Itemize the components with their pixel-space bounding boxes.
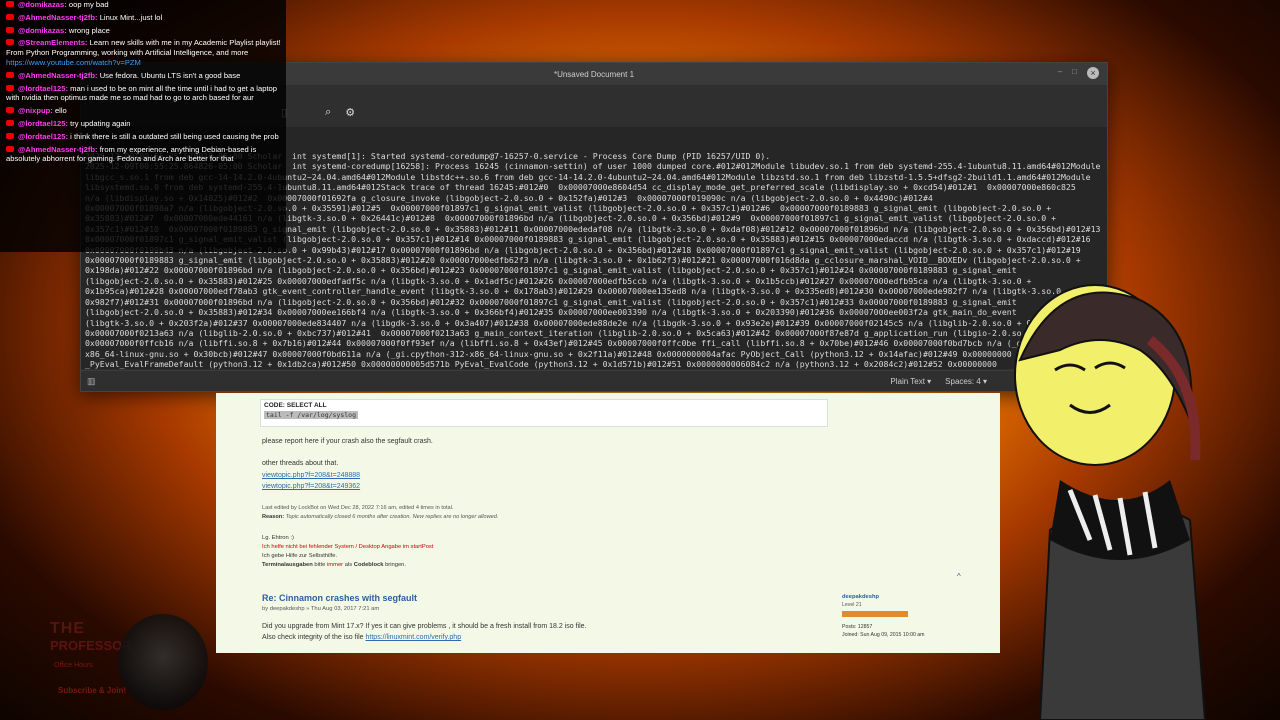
chat-message: @nixpup: ello (0, 106, 286, 116)
post-body: Did you upgrade from Mint 17.x? If yes i… (262, 623, 587, 630)
editor-line: (libgobject-2.0.so.0 + 0x35883)#012#25 0… (85, 275, 1032, 286)
chat-message: @lordtael125: try updating again (0, 119, 286, 129)
editor-line: (libgtk-3.so.0 + 0x203f2a)#012#37 0x0000… (85, 317, 1101, 328)
youtube-icon (6, 1, 14, 7)
youtube-icon (6, 71, 14, 78)
code-box: CODE: SELECT ALL tail -f /var/log/syslog (260, 399, 828, 427)
chat-message: @domikazas: wrong place (0, 26, 286, 36)
chat-username: @StreamElements: (18, 38, 88, 48)
post-title[interactable]: Re: Cinnamon crashes with segfault (262, 593, 417, 603)
chat-message: @domikazas: oop my bad (0, 0, 286, 10)
chat-username: @nixpup: (18, 106, 53, 116)
report-text: please report here if your crash also th… (262, 438, 433, 445)
verify-link[interactable]: https://linuxmint.com/verify.php (366, 634, 462, 641)
chat-message: @AhmedNasser-tj2fb: Use fedora. Ubuntu L… (0, 71, 286, 81)
editor-line: 0x00007000f0213a63 n/a (libglib-2.0.so.0… (85, 327, 1101, 338)
chat-message: @lordtael125: man i used to be on mint a… (0, 84, 286, 104)
chat-username: @AhmedNasser-tj2fb: (18, 12, 98, 22)
language-selector[interactable]: Plain Text ▾ (890, 377, 931, 386)
editor-line: 0x1b95ca)#012#28 0x00007000edf78ab3 gtk_… (85, 286, 1071, 297)
signature-line-1: Lg. Ehtron :) (262, 535, 294, 541)
editor-line: 0x00007000f0ffcb16 n/a (libffi.so.8 + 0x… (85, 338, 1091, 349)
rank-bar (842, 611, 908, 617)
chat-username: @domikazas: (18, 0, 67, 9)
chat-message: @AhmedNasser-tj2fb: from my experience, … (0, 145, 286, 165)
signature-line-2: Ich helfe nicht bei fehlender System / D… (262, 544, 434, 550)
edited-note: Last edited by LockBot on Wed Dec 28, 20… (262, 505, 454, 511)
chat-text: Linux Mint...just lol (99, 12, 163, 22)
post-body-2: Also check integrity of the iso file htt… (262, 634, 462, 641)
maximize-icon[interactable]: □ (1072, 67, 1077, 79)
sidebar-toggle-icon[interactable]: ▥ (87, 376, 96, 387)
chat-text: wrong place (68, 25, 110, 35)
signature-line-3: Ich gebe Hilfe zur Selbsthilfe. (262, 553, 338, 559)
window-title: *Unsaved Document 1 (553, 69, 635, 79)
chat-message: @StreamElements: Learn new skills with m… (0, 38, 286, 67)
chat-username: @lordtael125: (18, 83, 69, 93)
editor-line: 0x00007000f0189883 g_signal_emit (libgob… (85, 255, 1081, 266)
chat-message: @AhmedNasser-tj2fb: Linux Mint...just lo… (0, 13, 286, 23)
forum-page: CODE: SELECT ALL tail -f /var/log/syslog… (216, 393, 1000, 653)
logo-face-icon (118, 614, 208, 710)
editor-line: _PyEval_EvalFrameDefault (python3.12 + 0… (85, 359, 997, 369)
chat-text: oop my bad (68, 0, 109, 9)
chat-username: @AhmedNasser-tj2fb: (18, 70, 98, 80)
editor-line: x86_64-linux-gnu.so + 0x30bcb)#012#47 0x… (85, 348, 1012, 359)
tools-icon[interactable]: ⚙ (345, 106, 355, 119)
chat-username: @AhmedNasser-tj2fb: (18, 144, 98, 154)
status-bar: ▥ Plain Text ▾ Spaces: 4 ▾ (81, 370, 1107, 391)
chat-text: i think there is still a outdated still … (70, 131, 279, 141)
spaces-selector[interactable]: Spaces: 4 ▾ (945, 377, 987, 386)
youtube-icon (6, 119, 14, 126)
youtube-icon (6, 145, 14, 152)
chat-username: @lordtael125: (18, 131, 69, 141)
close-icon[interactable]: × (1087, 67, 1099, 79)
signature-line-4: Terminalausgaben bitte immer als Codeblo… (262, 562, 407, 568)
youtube-icon (6, 26, 14, 33)
youtube-icon (6, 84, 14, 91)
chat-link[interactable]: https://www.youtube.com/watch?v=PZM (6, 58, 141, 67)
author-joined: Joined: Sun Aug 09, 2015 10:00 am (842, 632, 925, 638)
reason-note: Reason: Topic automatically closed 6 mon… (262, 514, 499, 520)
search-icon[interactable]: ⌕ (325, 106, 331, 119)
vtuber-avatar (1014, 284, 1207, 720)
chat-text: ello (54, 106, 67, 116)
youtube-icon (6, 107, 14, 114)
minimize-icon[interactable]: – (1058, 67, 1062, 79)
chat-text: try updating again (70, 118, 131, 128)
editor-line: (libgobject-2.0.so.0 + 0x35883)#012#34 0… (85, 307, 1017, 318)
author-posts: Posts: 12857 (842, 624, 873, 630)
editor-line: 0x982f7)#012#31 0x00007000f01896bd n/a (… (85, 296, 1017, 307)
top-icon[interactable]: ^ (957, 572, 961, 581)
other-threads-text: other threads about that. (262, 460, 339, 467)
author-name[interactable]: deepakdeshp (842, 594, 879, 600)
chat-username: @lordtael125: (18, 118, 69, 128)
chat-message: @lordtael125: i think there is still a o… (0, 132, 286, 142)
youtube-icon (6, 39, 14, 46)
post-byline: by deepakdeshp » Thu Aug 03, 2017 7:21 a… (262, 606, 380, 612)
thread-link-2[interactable]: viewtopic.php?f=208&t=249362 (262, 483, 360, 490)
youtube-icon (6, 132, 14, 139)
stream-chat-overlay: @domikazas: oop my bad @AhmedNasser-tj2fb… (0, 0, 286, 252)
youtube-icon (6, 13, 14, 20)
thread-link-1[interactable]: viewtopic.php?f=208&t=248888 (262, 472, 360, 479)
editor-line: 0x198da)#012#22 0x00007000f01896bd n/a (… (85, 265, 1017, 276)
chat-text: Use fedora. Ubuntu LTS isn't a good base (99, 70, 241, 80)
author-level: Level 21 (842, 602, 862, 608)
code-command[interactable]: tail -f /var/log/syslog (264, 411, 359, 419)
code-select-all[interactable]: CODE: SELECT ALL (261, 400, 827, 411)
chat-username: @domikazas: (18, 25, 67, 35)
